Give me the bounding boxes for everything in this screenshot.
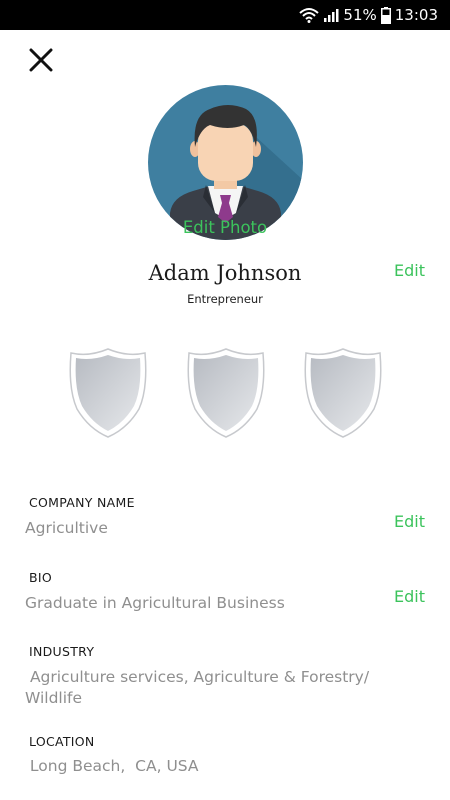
edit-company-button[interactable]: Edit — [394, 512, 425, 531]
badges-row — [0, 347, 450, 442]
bio-value: Graduate in Agricultural Business — [25, 594, 285, 612]
profile-role: Entrepreneur — [187, 292, 263, 306]
clock: 13:03 — [394, 6, 438, 24]
close-icon — [29, 48, 53, 72]
battery-icon — [380, 6, 391, 24]
industry-label: INDUSTRY — [29, 644, 95, 659]
company-value: Agricultive — [25, 519, 108, 537]
shield-badge-3 — [302, 347, 384, 439]
avatar[interactable] — [148, 85, 303, 240]
battery-percent: 51% — [343, 6, 377, 24]
location-value: Long Beach, CA, USA — [25, 757, 199, 775]
edit-photo-button[interactable]: Edit Photo — [150, 218, 300, 237]
wifi-icon — [299, 7, 320, 23]
shield-icon — [69, 348, 147, 438]
edit-bio-button[interactable]: Edit — [394, 587, 425, 606]
location-label: LOCATION — [29, 734, 95, 749]
bio-label: BIO — [29, 570, 53, 585]
shield-icon — [187, 348, 265, 438]
profile-name: Adam Johnson — [148, 261, 302, 285]
shield-icon — [304, 348, 382, 438]
shield-badge-2 — [185, 347, 267, 439]
avatar-image — [148, 85, 303, 240]
shield-badge-1 — [67, 347, 149, 439]
status-bar: 51% 13:03 — [0, 0, 450, 30]
signal-icon — [323, 7, 339, 23]
company-label: COMPANY NAME — [29, 495, 135, 510]
edit-profile-button[interactable]: Edit — [394, 261, 425, 280]
industry-value: Agriculture services, Agriculture & Fore… — [25, 668, 375, 707]
close-button[interactable] — [26, 45, 56, 75]
